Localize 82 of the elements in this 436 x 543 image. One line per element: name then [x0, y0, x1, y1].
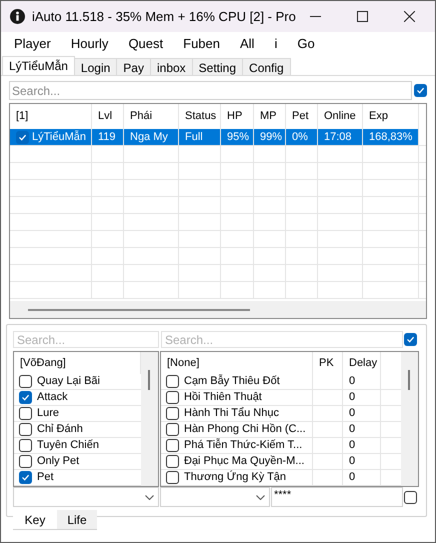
- checkbox[interactable]: [19, 375, 32, 388]
- tab[interactable]: Login: [74, 58, 118, 75]
- search-field[interactable]: Search...: [161, 331, 403, 348]
- checkbox[interactable]: [19, 455, 32, 468]
- tab[interactable]: Pay: [117, 58, 151, 75]
- check-icon: [18, 132, 27, 142]
- menu-item[interactable]: Quest: [120, 34, 172, 54]
- checkbox[interactable]: [414, 84, 427, 97]
- check-icon: [406, 335, 415, 344]
- check-icon: [416, 86, 425, 95]
- checkbox[interactable]: [404, 490, 417, 504]
- checkbox[interactable]: [19, 423, 32, 436]
- menu-item[interactable]: i: [266, 34, 286, 54]
- checkbox[interactable]: [166, 455, 179, 468]
- tab[interactable]: Life: [57, 510, 97, 530]
- app-logo-icon: [10, 9, 25, 24]
- check-icon: [21, 393, 30, 402]
- tab[interactable]: inbox: [150, 58, 193, 75]
- table-cell[interactable]: 95%: [221, 129, 254, 145]
- table-cell[interactable]: 0: [343, 406, 381, 421]
- chevron-down-icon: [145, 494, 154, 500]
- table-cell[interactable]: Full: [179, 129, 221, 145]
- list-item[interactable]: Only Pet: [37, 453, 80, 470]
- tab[interactable]: Setting: [192, 58, 244, 75]
- table-cell[interactable]: Nga My: [124, 129, 179, 145]
- window-title: iAuto 11.518 - 35% Mem + 16% CPU [2] - Pro: [32, 8, 297, 26]
- table-cell[interactable]: Đại Phục Ma Quyền-M...: [184, 454, 304, 469]
- table-cell[interactable]: 119: [92, 129, 124, 145]
- checkbox[interactable]: [166, 471, 179, 484]
- checkbox[interactable]: [166, 423, 179, 436]
- table-cell[interactable]: 0: [343, 422, 381, 437]
- menu-item[interactable]: Player: [6, 34, 59, 54]
- checkbox[interactable]: [404, 333, 417, 346]
- password-field[interactable]: ****: [271, 487, 403, 507]
- checkbox[interactable]: [19, 391, 32, 404]
- checkbox[interactable]: [19, 471, 32, 484]
- tab[interactable]: LýTiểuMẫn: [2, 56, 75, 75]
- tab[interactable]: Config: [243, 58, 291, 75]
- list-item[interactable]: Lure: [37, 405, 60, 422]
- menu-item[interactable]: Go: [289, 34, 323, 54]
- check-icon: [21, 473, 30, 482]
- table-cell[interactable]: 168,83%: [363, 129, 419, 145]
- table-cell[interactable]: 0: [343, 438, 381, 453]
- vertical-scrollbar[interactable]: [141, 352, 158, 486]
- menu-item[interactable]: All: [232, 34, 262, 54]
- table-cell[interactable]: 99%: [254, 129, 286, 145]
- table-cell[interactable]: 0%: [286, 129, 318, 145]
- list-item[interactable]: Attack: [37, 389, 68, 406]
- checkbox[interactable]: [16, 130, 29, 144]
- list-item[interactable]: Chỉ Đánh: [37, 421, 83, 438]
- checkbox[interactable]: [166, 391, 179, 404]
- table-cell[interactable]: 0: [343, 470, 381, 485]
- table-cell[interactable]: Cạm Bẫy Thiêu Đốt: [184, 374, 280, 389]
- column-header[interactable]: Delay: [343, 352, 381, 374]
- search-field[interactable]: Search...: [13, 331, 159, 348]
- table-cell[interactable]: 0: [343, 390, 381, 405]
- close-icon[interactable]: [404, 11, 415, 22]
- horizontal-scrollbar[interactable]: [10, 301, 426, 318]
- menu-item[interactable]: Fuben: [175, 34, 228, 54]
- search-field[interactable]: Search...: [9, 81, 412, 100]
- table-cell[interactable]: Hành Thi Tẩu Nhục: [184, 406, 279, 421]
- list-item[interactable]: Quay Lại Bãi: [37, 373, 100, 390]
- column-header[interactable]: PK: [313, 352, 343, 374]
- checkbox[interactable]: [19, 407, 32, 420]
- table-cell[interactable]: 0: [343, 374, 381, 389]
- table-cell[interactable]: 0: [343, 454, 381, 469]
- table-cell[interactable]: Hàn Phong Chi Hồn (C...: [184, 422, 306, 437]
- menu-item[interactable]: Hourly: [62, 34, 116, 54]
- list-item[interactable]: Pet: [37, 469, 54, 486]
- maximize-icon[interactable]: [357, 11, 368, 22]
- table-cell[interactable]: Thương Ứng Kỳ Tận: [184, 470, 286, 485]
- checkbox[interactable]: [166, 439, 179, 452]
- table-cell[interactable]: 17:08: [318, 129, 363, 145]
- table-cell[interactable]: Phá Tiễn Thức-Kiếm T...: [184, 438, 302, 453]
- checkbox[interactable]: [166, 407, 179, 420]
- column-header[interactable]: [None]: [161, 352, 313, 374]
- chevron-down-icon: [256, 494, 265, 500]
- vertical-scrollbar[interactable]: [401, 352, 418, 486]
- table-cell[interactable]: Hồi Thiên Thuật: [184, 390, 262, 405]
- checkbox[interactable]: [19, 439, 32, 452]
- checkbox[interactable]: [166, 375, 179, 388]
- list-item[interactable]: Tuyên Chiến: [37, 437, 99, 454]
